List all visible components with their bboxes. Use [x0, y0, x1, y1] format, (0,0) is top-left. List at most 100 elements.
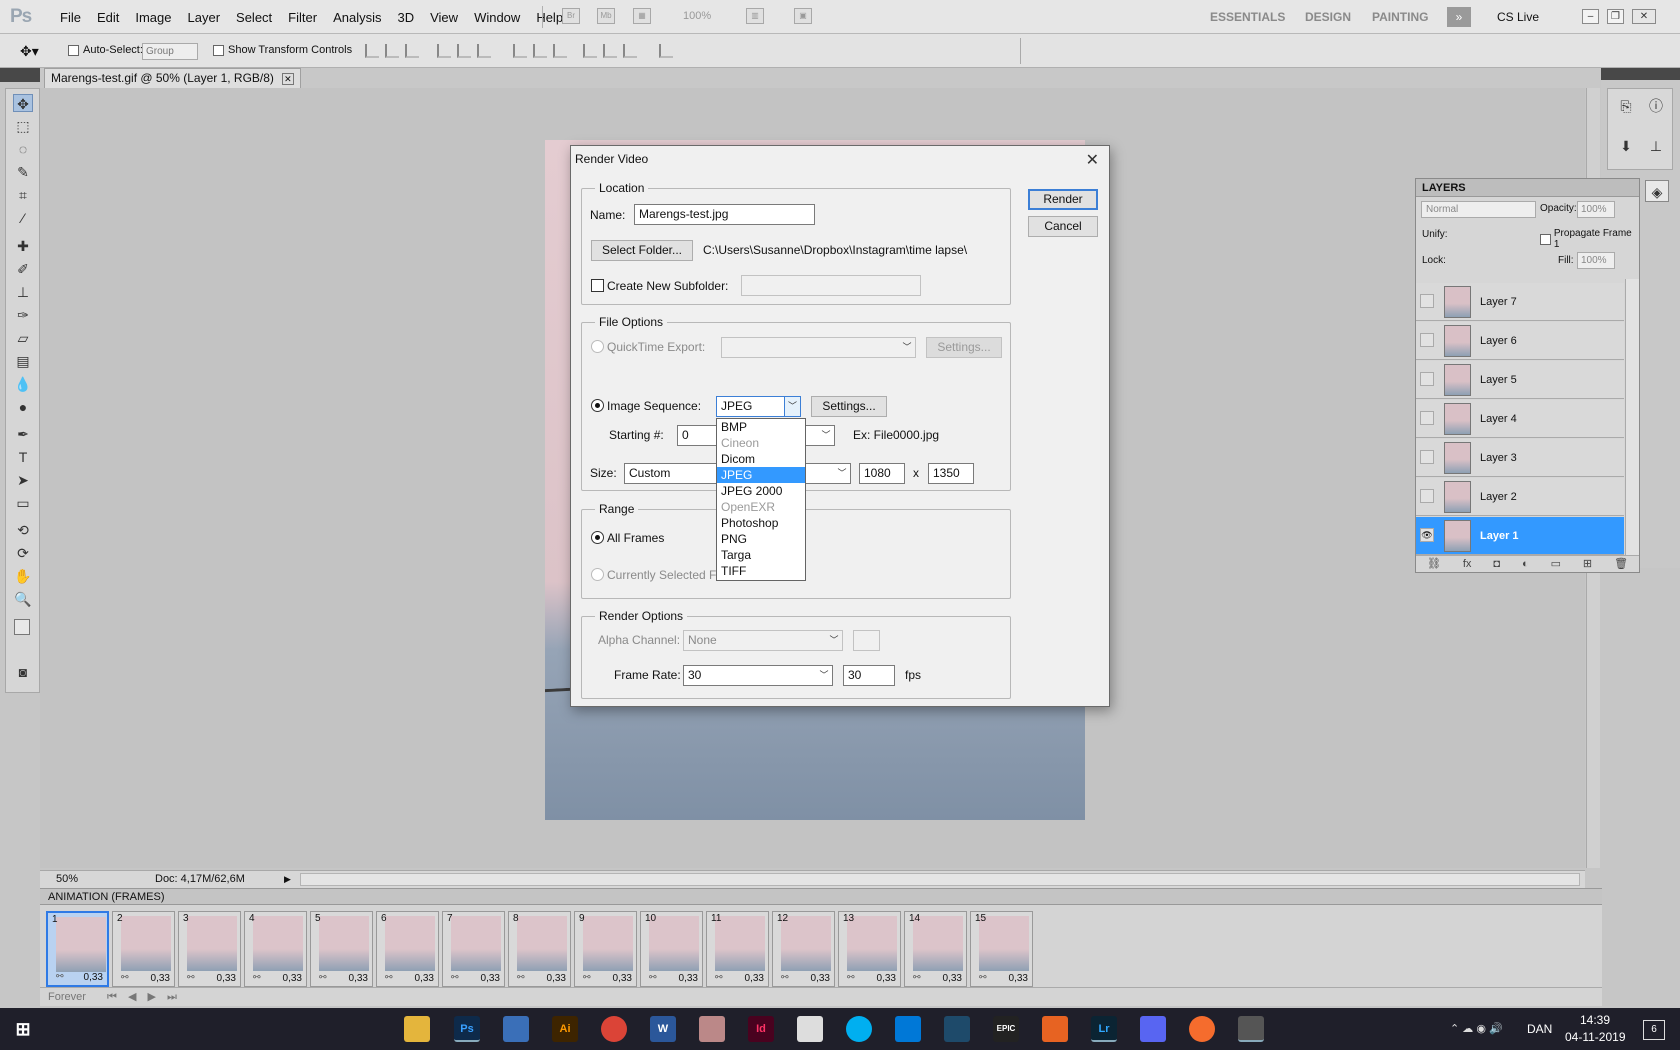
layers-scrollbar[interactable]: [1625, 279, 1639, 555]
animation-frame[interactable]: 9 ⚯ 0,33: [574, 911, 637, 987]
alpha-channel-dropdown[interactable]: None ﹀: [683, 630, 843, 651]
animation-frame[interactable]: 7 ⚯ 0,33: [442, 911, 505, 987]
frame-delay[interactable]: 0,33: [811, 973, 830, 984]
frame-delay[interactable]: 0,33: [349, 973, 368, 984]
height-input[interactable]: 1350: [928, 463, 974, 484]
horizontal-scrollbar[interactable]: [300, 873, 1580, 886]
format-option-bmp[interactable]: BMP: [717, 419, 805, 435]
loop-dropdown[interactable]: Forever: [48, 991, 86, 1003]
workspace-painting[interactable]: PAINTING: [1372, 0, 1428, 34]
animation-frame[interactable]: 3 ⚯ 0,33: [178, 911, 241, 987]
select-folder-button[interactable]: Select Folder...: [591, 240, 693, 261]
transform-box[interactable]: [213, 44, 224, 56]
animation-frame[interactable]: 10 ⚯ 0,33: [640, 911, 703, 987]
add-mask-icon[interactable]: ◘: [1493, 556, 1500, 573]
workspace-design[interactable]: DESIGN: [1305, 0, 1351, 34]
mail-icon[interactable]: [797, 1016, 823, 1042]
bridge-icon[interactable]: Br: [562, 8, 580, 24]
align-left-icon[interactable]: [437, 44, 451, 58]
frame-disposal-icon[interactable]: ⚯: [847, 972, 855, 983]
history-panel-icon[interactable]: ⎘: [1614, 95, 1638, 117]
skype-icon[interactable]: [846, 1016, 872, 1042]
lasso-tool-icon[interactable]: ◌: [13, 140, 33, 158]
menu-3d[interactable]: 3D: [389, 10, 422, 25]
frame-disposal-icon[interactable]: ⚯: [56, 971, 64, 982]
notifications-icon[interactable]: 6: [1643, 1020, 1665, 1040]
animation-frame[interactable]: 13 ⚯ 0,33: [838, 911, 901, 987]
all-frames-radio[interactable]: [591, 531, 604, 544]
frame-disposal-icon[interactable]: ⚯: [319, 972, 327, 983]
3d-orbit-icon[interactable]: ⟳: [13, 544, 33, 562]
stamp-tool-icon[interactable]: ⊥: [13, 283, 33, 301]
image-sequence-radio[interactable]: [591, 399, 604, 412]
format-option-tiff[interactable]: TIFF: [717, 563, 805, 579]
frame-delay[interactable]: 0,33: [1009, 973, 1028, 984]
animation-frame[interactable]: 11 ⚯ 0,33: [706, 911, 769, 987]
cancel-button[interactable]: Cancel: [1028, 216, 1098, 237]
adjustment-layer-icon[interactable]: ◐: [1522, 556, 1529, 573]
marquee-tool-icon[interactable]: ⬚: [13, 117, 33, 135]
opacity-input[interactable]: 100%: [1577, 201, 1615, 218]
eyedropper-tool-icon[interactable]: ⁄: [13, 209, 33, 227]
quick-mask-icon[interactable]: ◙: [13, 663, 33, 681]
healing-brush-icon[interactable]: ✚: [13, 237, 33, 255]
delete-layer-icon[interactable]: 🗑: [1614, 556, 1628, 573]
animation-frame[interactable]: 12 ⚯ 0,33: [772, 911, 835, 987]
auto-select-box[interactable]: [68, 44, 79, 56]
format-option-targa[interactable]: Targa: [717, 547, 805, 563]
workspace-essentials[interactable]: ESSENTIALS: [1210, 0, 1285, 34]
discord-icon[interactable]: [1140, 1016, 1166, 1042]
layers-panel-title[interactable]: LAYERS: [1416, 179, 1639, 197]
ableton-icon[interactable]: [1042, 1016, 1068, 1042]
distribute-vcenter-icon[interactable]: [533, 44, 547, 58]
fill-input[interactable]: 100%: [1577, 252, 1615, 269]
gradient-tool-icon[interactable]: ▤: [13, 352, 33, 370]
word-icon[interactable]: W: [650, 1016, 676, 1042]
visibility-eye-icon[interactable]: 👁: [1420, 528, 1434, 542]
visibility-toggle[interactable]: [1420, 411, 1434, 425]
frame-disposal-icon[interactable]: ⚯: [913, 972, 921, 983]
frame-delay[interactable]: 0,33: [151, 973, 170, 984]
chrome-icon[interactable]: [601, 1016, 627, 1042]
format-dropdown[interactable]: JPEG ﹀: [716, 396, 801, 417]
frame-delay[interactable]: 0,33: [217, 973, 236, 984]
photos-app-icon[interactable]: [944, 1016, 970, 1042]
animation-frame[interactable]: 14 ⚯ 0,33: [904, 911, 967, 987]
3d-rotate-icon[interactable]: ⟲: [13, 521, 33, 539]
format-option-png[interactable]: PNG: [717, 531, 805, 547]
frame-delay[interactable]: 0,33: [547, 973, 566, 984]
foreground-color-swatch[interactable]: [14, 619, 30, 635]
frame-disposal-icon[interactable]: ⚯: [451, 972, 459, 983]
store-icon[interactable]: [503, 1016, 529, 1042]
distribute-left-icon[interactable]: [583, 44, 597, 58]
frame-disposal-icon[interactable]: ⚯: [187, 972, 195, 983]
animation-frame[interactable]: 5 ⚯ 0,33: [310, 911, 373, 987]
align-top-icon[interactable]: [365, 44, 379, 58]
frame-disposal-icon[interactable]: ⚯: [121, 972, 129, 983]
quicktime-settings-button[interactable]: Settings...: [926, 337, 1002, 358]
photo-viewer-icon[interactable]: [1238, 1016, 1264, 1042]
frame-disposal-icon[interactable]: ⚯: [649, 972, 657, 983]
menu-file[interactable]: File: [52, 10, 89, 25]
format-option-dicom[interactable]: Dicom: [717, 451, 805, 467]
history-brush-icon[interactable]: ✑: [13, 306, 33, 324]
render-button[interactable]: Render: [1028, 189, 1098, 210]
alpha-color-swatch[interactable]: [853, 630, 880, 651]
frame-delay[interactable]: 0,33: [613, 973, 632, 984]
layer-row[interactable]: Layer 4: [1416, 400, 1624, 438]
dodge-tool-icon[interactable]: ●: [13, 398, 33, 416]
quicktime-dropdown[interactable]: ﹀: [721, 337, 916, 358]
propagate-frame-checkbox[interactable]: Propagate Frame 1: [1540, 228, 1639, 250]
menu-filter[interactable]: Filter: [280, 10, 325, 25]
menu-layer[interactable]: Layer: [180, 10, 229, 25]
eraser-tool-icon[interactable]: ▱: [13, 329, 33, 347]
new-group-icon[interactable]: ▭: [1551, 556, 1561, 573]
frame-disposal-icon[interactable]: ⚯: [715, 972, 723, 983]
layer-row[interactable]: Layer 2: [1416, 478, 1624, 516]
visibility-toggle[interactable]: [1420, 489, 1434, 503]
close-tab-icon[interactable]: ✕: [281, 72, 294, 85]
type-tool-icon[interactable]: T: [13, 448, 33, 466]
language-indicator[interactable]: DAN: [1527, 1022, 1552, 1036]
minimize-icon[interactable]: –: [1582, 9, 1599, 24]
distribute-bottom-icon[interactable]: [553, 44, 567, 58]
